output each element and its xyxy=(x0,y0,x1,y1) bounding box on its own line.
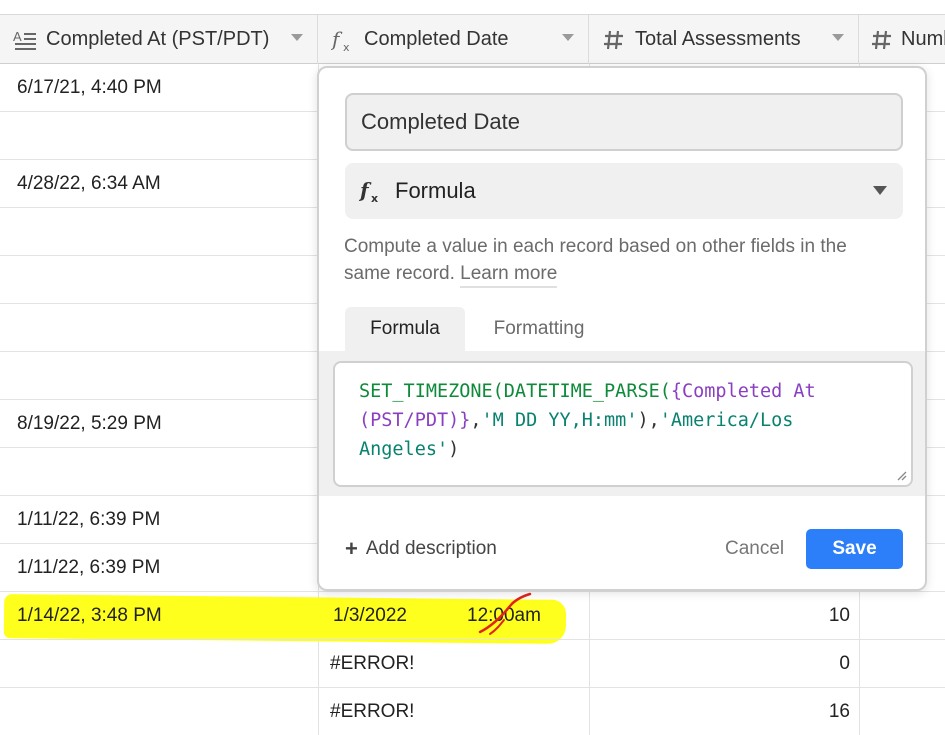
cell-completed-at[interactable]: 1/11/22, 6:39 PM xyxy=(17,496,317,543)
svg-text:A: A xyxy=(13,29,22,44)
formula-editor-panel: SET_TIMEZONE(DATETIME_PARSE({Completed A… xyxy=(319,351,925,496)
top-gutter xyxy=(0,0,945,14)
cell-completed-at[interactable] xyxy=(17,688,317,735)
cell-completed-at[interactable] xyxy=(17,256,317,303)
learn-more-link[interactable]: Learn more xyxy=(460,263,558,288)
column-header-row: A Completed At (PST/PDT) fx Completed Da… xyxy=(0,14,945,64)
cell-completed-at[interactable]: 1/11/22, 6:39 PM xyxy=(17,544,317,591)
cell-completed-date[interactable]: #ERROR! xyxy=(330,688,590,735)
cell-completed-at[interactable] xyxy=(17,304,317,351)
cell-completed-at[interactable]: 8/19/22, 5:29 PM xyxy=(17,400,317,447)
cell-total-assessments[interactable]: 0 xyxy=(590,640,850,687)
formula-punctuation: ) xyxy=(448,439,460,460)
formula-input[interactable]: SET_TIMEZONE(DATETIME_PARSE({Completed A… xyxy=(333,361,913,487)
cell-completed-at[interactable] xyxy=(17,112,317,159)
column-header-label: Completed Date xyxy=(364,28,509,50)
cancel-button[interactable]: Cancel xyxy=(725,538,784,560)
field-name-input[interactable]: Completed Date xyxy=(345,93,903,151)
svg-text:f: f xyxy=(331,27,343,51)
formula-punctuation: ), xyxy=(637,410,660,431)
cell-total-assessments[interactable]: 16 xyxy=(590,688,850,735)
cell-completed-date[interactable]: #ERROR! xyxy=(330,640,590,687)
cell-completed-at[interactable] xyxy=(17,208,317,255)
svg-text:x: x xyxy=(343,41,350,53)
table-row[interactable]: #ERROR! 16 xyxy=(0,688,945,735)
formula-function: SET_TIMEZONE( xyxy=(359,381,504,402)
svg-text:x: x xyxy=(371,192,378,204)
long-text-icon: A xyxy=(12,27,38,53)
column-header-label: Completed At (PST/PDT) xyxy=(46,28,270,50)
field-type-description: Compute a value in each record based on … xyxy=(344,233,874,288)
cell-completed-at[interactable]: 1/14/22, 3:48 PM xyxy=(17,592,317,639)
add-description-label: Add description xyxy=(365,538,497,559)
column-header-label: Total Assessments xyxy=(635,28,801,50)
save-button[interactable]: Save xyxy=(806,529,903,569)
cell-completed-at[interactable] xyxy=(17,640,317,687)
column-header-completed-at[interactable]: A Completed At (PST/PDT) xyxy=(0,15,318,64)
chevron-down-icon[interactable] xyxy=(832,34,844,41)
chevron-down-icon[interactable] xyxy=(562,34,574,41)
number-icon xyxy=(601,27,627,53)
cell-completed-date[interactable]: 1/3/2022 xyxy=(333,592,443,639)
table-row[interactable]: 1/14/22, 3:48 PM 1/3/2022 12:00am 10 xyxy=(0,592,945,640)
add-description-button[interactable]: + Add description xyxy=(345,536,497,562)
column-header-completed-date[interactable]: fx Completed Date xyxy=(318,15,589,64)
red-strike-annotation xyxy=(478,592,532,635)
formula-icon: fx xyxy=(330,27,356,53)
field-editor-popup: Completed Date fx Formula Compute a valu… xyxy=(317,66,927,591)
tab-formula[interactable]: Formula xyxy=(345,307,465,351)
editor-tabs: Formula Formatting xyxy=(319,307,925,351)
field-type-label: Formula xyxy=(395,178,476,203)
chevron-down-icon[interactable] xyxy=(291,34,303,41)
chevron-down-icon xyxy=(873,186,887,195)
formula-string: 'M DD YY,H:mm' xyxy=(481,410,638,431)
number-icon xyxy=(871,27,893,53)
field-type-select[interactable]: fx Formula xyxy=(345,163,903,219)
column-header-number[interactable]: Numb xyxy=(859,15,945,64)
plus-icon: + xyxy=(345,536,358,561)
cell-completed-at[interactable] xyxy=(17,448,317,495)
cell-completed-at[interactable]: 6/17/21, 4:40 PM xyxy=(17,64,317,111)
column-header-label: Numb xyxy=(901,28,945,50)
resize-handle-icon[interactable] xyxy=(895,469,907,481)
cell-completed-at[interactable] xyxy=(17,352,317,399)
description-text: Compute a value in each record based on … xyxy=(344,236,847,284)
formula-function: DATETIME_PARSE( xyxy=(503,381,671,402)
formula-icon: fx xyxy=(359,178,383,204)
formula-punctuation: , xyxy=(470,410,482,431)
tab-formatting[interactable]: Formatting xyxy=(469,307,609,351)
cell-completed-at[interactable]: 4/28/22, 6:34 AM xyxy=(17,160,317,207)
table-row[interactable]: #ERROR! 0 xyxy=(0,640,945,688)
column-header-total-assessments[interactable]: Total Assessments xyxy=(589,15,859,64)
cell-total-assessments[interactable]: 10 xyxy=(590,592,850,639)
